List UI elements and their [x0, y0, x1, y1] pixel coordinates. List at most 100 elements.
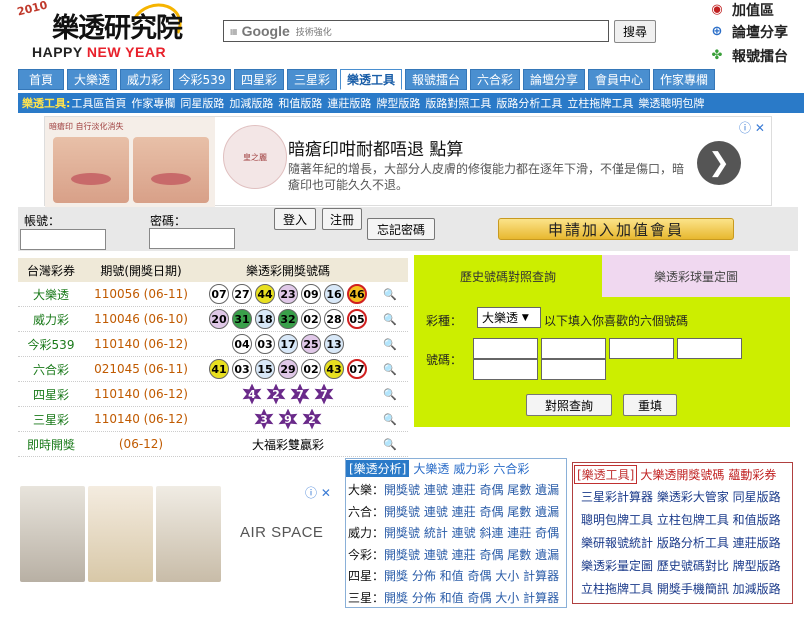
tools-head-link-1[interactable]: 大樂透開獎號碼 [640, 466, 724, 483]
tab-ball-chart[interactable]: 樂透彩球量定圖 [602, 255, 790, 297]
tools-row[interactable]: 立柱拖牌工具 開獎手機簡訊 加減版路 [581, 580, 781, 597]
link-report[interactable]: ✤ 報號擂台 [708, 46, 788, 66]
result-game[interactable]: 四星彩 [18, 386, 84, 403]
nav-tab-7[interactable]: 報號擂台 [405, 69, 467, 90]
nav-tab-6[interactable]: 樂透工具 [340, 69, 402, 90]
lottery-tools-box: [樂透工具] 大樂透開獎號碼 蘊動彩券 三星彩計算器 樂透彩大管家 同星版路 聰明… [572, 462, 793, 604]
analysis-row[interactable]: 威力：開獎號 統計 連號 斜連 連莊 奇偶 [348, 524, 559, 541]
magnifier-icon[interactable]: 🔍 [378, 363, 402, 376]
magnifier-icon[interactable]: 🔍 [378, 338, 402, 351]
magnifier-icon[interactable]: 🔍 [378, 413, 402, 426]
analysis-row-links[interactable]: 開獎號 連號 連莊 奇偶 尾數 遺漏 [384, 505, 559, 519]
sub-nav-label: 樂透工具: [22, 97, 71, 110]
number-input-6[interactable] [541, 359, 606, 380]
tools-head-link-2[interactable]: 蘊動彩券 [728, 466, 776, 483]
analysis-row-links[interactable]: 開獎號 連號 連莊 奇偶 尾數 遺漏 [384, 548, 559, 562]
result-game[interactable]: 六合彩 [18, 361, 84, 378]
google-brand: Google [241, 23, 290, 39]
game-select[interactable]: 大樂透 ▼ [477, 307, 541, 328]
tools-row[interactable]: 樂透彩量定圖 歷史號碼對比 牌型版路 [581, 557, 781, 574]
nav-tab-1[interactable]: 大樂透 [67, 69, 117, 90]
number-input-2[interactable] [541, 338, 606, 359]
analysis-row[interactable]: 三星：開獎 分佈 和值 奇偶 大小 計算器 [348, 589, 559, 606]
number-ball: 44 [255, 284, 275, 304]
ad-close-icon[interactable]: ⓘ ✕ [739, 119, 765, 136]
sub-nav-item[interactable]: 連莊版路 [327, 95, 371, 111]
number-input-1[interactable] [473, 338, 538, 359]
ad2-close-icon[interactable]: ⓘ ✕ [305, 484, 331, 501]
sub-nav-item[interactable]: 和值版路 [278, 95, 322, 111]
nav-tab-4[interactable]: 四星彩 [234, 69, 284, 90]
nav-tab-5[interactable]: 三星彩 [287, 69, 337, 90]
result-row: 今彩539 110140 (06-12) 04 03 17 25 13 🔍 [18, 332, 408, 357]
number-input-3[interactable] [609, 338, 674, 359]
tools-row[interactable]: 樂研報號統計 版路分析工具 連莊版路 [581, 534, 781, 551]
result-game[interactable]: 三星彩 [18, 411, 84, 428]
sub-nav-item[interactable]: 加減版路 [229, 95, 273, 111]
search-input[interactable]: ▦ Google 技術強化 [223, 20, 609, 42]
analysis-row[interactable]: 四星：開獎 分佈 和值 奇偶 大小 計算器 [348, 567, 559, 584]
sub-nav-item[interactable]: 立柱拖牌工具 [567, 95, 633, 111]
sub-nav-item[interactable]: 版路對照工具 [425, 95, 491, 111]
result-game[interactable]: 大樂透 [18, 286, 84, 303]
sub-nav-item[interactable]: 版路分析工具 [496, 95, 562, 111]
password-field[interactable] [149, 228, 235, 249]
account-field[interactable] [20, 229, 106, 250]
analysis-row-links[interactable]: 開獎號 連號 連莊 奇偶 尾數 遺漏 [384, 483, 559, 497]
sub-nav-item[interactable]: 牌型版路 [376, 95, 420, 111]
nav-tab-0[interactable]: 首頁 [18, 69, 64, 90]
analysis-row[interactable]: 今彩：開獎號 連號 連莊 奇偶 尾數 遺漏 [348, 546, 559, 563]
register-button[interactable]: 注冊 [322, 208, 362, 230]
tools-row[interactable]: 聰明包牌工具 立柱包牌工具 和值版路 [581, 511, 781, 528]
link-premium[interactable]: ◉ 加值區 [708, 0, 774, 20]
sub-nav-item[interactable]: 作家專欄 [131, 95, 175, 111]
result-game[interactable]: 即時開獎 [18, 436, 84, 453]
magnifier-icon[interactable]: 🔍 [378, 288, 402, 301]
sub-nav: 樂透工具: 工具區首頁 作家專欄 同星版路 加減版路 和值版路 連莊版路 牌型版路 版路對照工… [18, 93, 804, 113]
magnifier-icon[interactable]: 🔍 [378, 438, 402, 451]
magnifier-icon[interactable]: 🔍 [378, 313, 402, 326]
analysis-link-2[interactable]: 威力彩 [453, 460, 489, 477]
number-input-4[interactable] [677, 338, 742, 359]
bottom-ad[interactable]: AIR SPACE ⓘ ✕ [18, 480, 333, 590]
top-ad-banner[interactable]: 暗瘡印 自行淡化消失 皇之麗 暗瘡印咁耐都唔退 點算 隨著年紀的增長，大部分人皮… [44, 116, 772, 207]
sub-nav-item[interactable]: 工具區首頁 [71, 95, 126, 111]
nav-tab-2[interactable]: 威力彩 [120, 69, 170, 90]
nav-tab-8[interactable]: 六合彩 [470, 69, 520, 90]
analysis-row[interactable]: 大樂：開獎號 連號 連莊 奇偶 尾數 遺漏 [348, 481, 559, 498]
analysis-row[interactable]: 六合：開獎號 連號 連莊 奇偶 尾數 遺漏 [348, 503, 559, 520]
result-text[interactable]: 大福彩雙贏彩 [252, 436, 324, 453]
tools-row[interactable]: 三星彩計算器 樂透彩大管家 同星版路 [581, 488, 781, 505]
query-button[interactable]: 對照查詢 [526, 394, 612, 416]
analysis-row-links[interactable]: 開獎號 統計 連號 斜連 連莊 奇偶 [384, 526, 559, 540]
search-button[interactable]: 搜尋 [614, 20, 656, 43]
link-forum[interactable]: ⊕ 論壇分享 [708, 22, 788, 42]
nav-tab-10[interactable]: 會員中心 [588, 69, 650, 90]
tab-history-query[interactable]: 歷史號碼對照查詢 [414, 255, 602, 297]
number-ball: 43 [324, 359, 344, 379]
reset-button[interactable]: 重填 [623, 394, 677, 416]
forgot-password-button[interactable]: 忘記密碼 [367, 218, 435, 240]
result-game[interactable]: 今彩539 [18, 336, 84, 353]
nav-tab-3[interactable]: 今彩539 [173, 69, 231, 90]
analysis-tag: [樂透分析] [346, 459, 410, 477]
nav-tab-9[interactable]: 論壇分享 [523, 69, 585, 90]
analysis-link-3[interactable]: 六合彩 [493, 460, 529, 477]
result-row: 三星彩 110140 (06-12) 3 9 2 🔍 [18, 407, 408, 432]
site-logo[interactable]: 2010 樂透研究院 HAPPY NEW YEAR [10, 0, 188, 64]
number-ball: 27 [232, 284, 252, 304]
analysis-row-links[interactable]: 開獎 分佈 和值 奇偶 大小 計算器 [384, 569, 559, 583]
analysis-row-links[interactable]: 開獎 分佈 和值 奇偶 大小 計算器 [384, 591, 559, 605]
sub-nav-item[interactable]: 樂透聰明包牌 [638, 95, 704, 111]
number-input-5[interactable] [473, 359, 538, 380]
login-button[interactable]: 登入 [274, 208, 316, 230]
vip-join-button[interactable]: 申請加入加值會員 [498, 218, 734, 240]
result-numbers: 大福彩雙贏彩 [198, 436, 378, 453]
nav-tab-11[interactable]: 作家專欄 [653, 69, 715, 90]
magnifier-icon[interactable]: 🔍 [378, 388, 402, 401]
sub-nav-item[interactable]: 同星版路 [180, 95, 224, 111]
analysis-link-1[interactable]: 大樂透 [413, 460, 449, 477]
result-game[interactable]: 威力彩 [18, 311, 84, 328]
results-rows: 大樂透 110056 (06-11) 07 27 44 23 09 16 46 🔍 威力彩 11004… [18, 282, 408, 457]
ad-arrow-icon[interactable]: ❯ [697, 141, 741, 185]
